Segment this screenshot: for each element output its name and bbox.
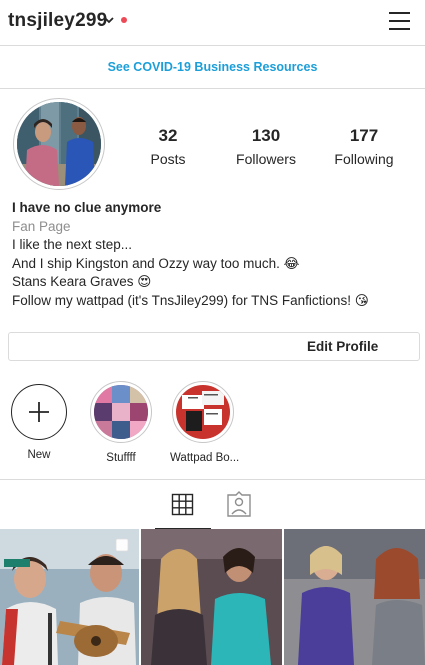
followers-number: 130 xyxy=(251,126,281,145)
profile-name: I have no clue anymore xyxy=(12,200,162,215)
posts-label: Posts xyxy=(150,151,186,167)
highlight-cover xyxy=(172,381,234,443)
highlight-wattpad[interactable]: Wattpad Bo... xyxy=(170,381,240,464)
top-bar: tnsjiley299 xyxy=(0,0,425,46)
highlight-stuffff[interactable]: Stuffff xyxy=(88,381,154,464)
highlight-label: Stuffff xyxy=(106,452,136,464)
bio-line: I like the next step... xyxy=(12,237,133,252)
notification-dot xyxy=(121,17,127,23)
following-number: 177 xyxy=(349,126,379,145)
posts-number: 32 xyxy=(158,126,178,145)
new-highlight-circle xyxy=(11,384,67,440)
posts-count[interactable]: 32 Posts xyxy=(123,126,213,167)
highlight-cover xyxy=(90,381,152,443)
post-thumbnail[interactable] xyxy=(141,529,282,665)
post-thumbnail[interactable] xyxy=(284,529,425,665)
hamburger-menu-icon[interactable] xyxy=(389,10,411,32)
grid-icon xyxy=(171,493,194,516)
post-thumbnail[interactable] xyxy=(0,529,139,665)
followers-label: Followers xyxy=(236,151,296,167)
bio-line: And I ship Kingston and Ozzy way too muc… xyxy=(12,255,300,271)
tab-grid[interactable] xyxy=(155,480,211,529)
covid-resources-link[interactable]: See COVID-19 Business Resources xyxy=(0,46,425,89)
profile-tabs xyxy=(0,479,425,529)
posts-grid xyxy=(0,529,425,665)
multi-photo-icon xyxy=(115,538,129,552)
tab-tagged[interactable] xyxy=(224,480,254,529)
username-switcher[interactable]: tnsjiley299 xyxy=(8,10,107,32)
highlight-new[interactable]: New xyxy=(6,381,72,461)
highlight-label: Wattpad Bo... xyxy=(170,452,240,464)
chevron-down-icon[interactable] xyxy=(103,14,115,26)
followers-count[interactable]: 130 Followers xyxy=(221,126,311,167)
edit-profile-button[interactable]: Edit Profile xyxy=(8,332,420,361)
profile-category: Fan Page xyxy=(12,218,71,234)
bio-line: Stans Keara Graves 😍 xyxy=(12,274,152,289)
plus-icon xyxy=(29,402,49,422)
following-label: Following xyxy=(334,151,394,167)
bio-line: Follow my wattpad (it's TnsJiley299) for… xyxy=(12,292,369,308)
tagged-person-icon xyxy=(227,491,251,517)
profile-bio: I have no clue anymore Fan Page I like t… xyxy=(12,199,417,310)
following-count[interactable]: 177 Following xyxy=(319,126,409,167)
avatar-photo xyxy=(17,102,101,186)
highlight-label: New xyxy=(27,449,51,461)
profile-avatar[interactable] xyxy=(13,98,105,190)
